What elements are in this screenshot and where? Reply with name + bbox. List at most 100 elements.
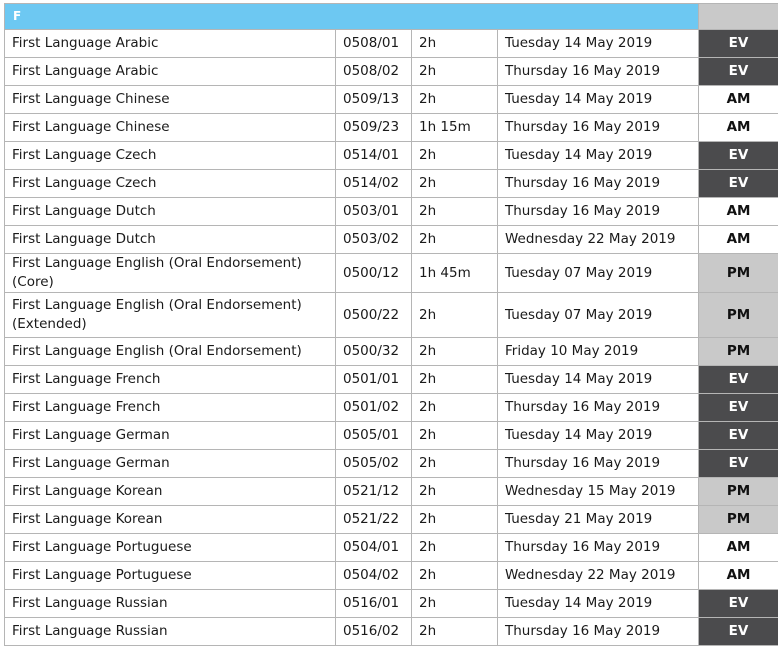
duration-cell: 2h: [412, 226, 498, 254]
exam-date-cell: Friday 10 May 2019: [498, 338, 699, 366]
session-badge: EV: [699, 422, 778, 450]
exam-date-cell: Tuesday 14 May 2019: [498, 86, 699, 114]
session-badge: PM: [699, 506, 778, 534]
component-code-cell: 0521/12: [336, 478, 412, 506]
duration-cell: 2h: [412, 170, 498, 198]
exam-date-cell: Wednesday 22 May 2019: [498, 562, 699, 590]
exam-date-cell: Tuesday 07 May 2019: [498, 293, 699, 338]
subject-cell: First Language Czech: [5, 142, 336, 170]
table-row: First Language English (Oral Endorsement…: [5, 254, 778, 293]
exam-date-cell: Tuesday 14 May 2019: [498, 366, 699, 394]
table-row: First Language Chinese0509/231h 15mThurs…: [5, 114, 778, 142]
subject-cell: First Language French: [5, 394, 336, 422]
component-code-cell: 0505/01: [336, 422, 412, 450]
component-code-cell: 0501/01: [336, 366, 412, 394]
component-code-cell: 0503/02: [336, 226, 412, 254]
table-row: First Language Chinese0509/132hTuesday 1…: [5, 86, 778, 114]
subject-cell: First Language English (Oral Endorsement…: [5, 254, 336, 293]
exam-date-cell: Thursday 16 May 2019: [498, 198, 699, 226]
session-badge: PM: [699, 478, 778, 506]
duration-cell: 1h 15m: [412, 114, 498, 142]
duration-cell: 2h: [412, 534, 498, 562]
session-badge: EV: [699, 58, 778, 86]
session-badge: EV: [699, 450, 778, 478]
session-badge: PM: [699, 254, 778, 293]
table-row: First Language Korean0521/222hTuesday 21…: [5, 506, 778, 534]
component-code-cell: 0504/01: [336, 534, 412, 562]
duration-cell: 1h 45m: [412, 254, 498, 293]
table-row: First Language Arabic0508/012hTuesday 14…: [5, 30, 778, 58]
component-code-cell: 0500/12: [336, 254, 412, 293]
component-code-cell: 0516/02: [336, 618, 412, 646]
session-badge: PM: [699, 293, 778, 338]
subject-cell: First Language Arabic: [5, 58, 336, 86]
duration-cell: 2h: [412, 366, 498, 394]
table-row: First Language Dutch0503/012hThursday 16…: [5, 198, 778, 226]
session-badge: PM: [699, 338, 778, 366]
session-badge: EV: [699, 366, 778, 394]
table-row: First Language French0501/022hThursday 1…: [5, 394, 778, 422]
subject-cell: First Language Portuguese: [5, 534, 336, 562]
exam-date-cell: Tuesday 14 May 2019: [498, 142, 699, 170]
table-row: First Language Russian0516/022hThursday …: [5, 618, 778, 646]
table-row: First Language Dutch0503/022hWednesday 2…: [5, 226, 778, 254]
component-code-cell: 0508/01: [336, 30, 412, 58]
component-code-cell: 0509/23: [336, 114, 412, 142]
component-code-cell: 0509/13: [336, 86, 412, 114]
session-badge: EV: [699, 170, 778, 198]
exam-date-cell: Tuesday 07 May 2019: [498, 254, 699, 293]
table-row: First Language German0505/012hTuesday 14…: [5, 422, 778, 450]
exam-date-cell: Wednesday 15 May 2019: [498, 478, 699, 506]
session-badge: EV: [699, 618, 778, 646]
subject-cell: First Language Korean: [5, 506, 336, 534]
component-code-cell: 0503/01: [336, 198, 412, 226]
duration-cell: 2h: [412, 506, 498, 534]
table-row: First Language English (Oral Endorsement…: [5, 338, 778, 366]
duration-cell: 2h: [412, 422, 498, 450]
subject-cell: First Language Portuguese: [5, 562, 336, 590]
component-code-cell: 0500/22: [336, 293, 412, 338]
component-code-cell: 0514/01: [336, 142, 412, 170]
duration-cell: 2h: [412, 394, 498, 422]
duration-cell: 2h: [412, 338, 498, 366]
subject-cell: First Language English (Oral Endorsement…: [5, 338, 336, 366]
component-code-cell: 0505/02: [336, 450, 412, 478]
duration-cell: 2h: [412, 478, 498, 506]
subject-cell: First Language Czech: [5, 170, 336, 198]
table-row: First Language French0501/012hTuesday 14…: [5, 366, 778, 394]
duration-cell: 2h: [412, 618, 498, 646]
subject-cell: First Language Dutch: [5, 226, 336, 254]
duration-cell: 2h: [412, 58, 498, 86]
session-badge: AM: [699, 114, 778, 142]
duration-cell: 2h: [412, 450, 498, 478]
subject-cell: First Language English (Oral Endorsement…: [5, 293, 336, 338]
subject-cell: First Language German: [5, 450, 336, 478]
exam-date-cell: Thursday 16 May 2019: [498, 170, 699, 198]
exam-date-cell: Thursday 16 May 2019: [498, 618, 699, 646]
exam-date-cell: Thursday 16 May 2019: [498, 534, 699, 562]
session-badge: EV: [699, 590, 778, 618]
subject-cell: First Language Arabic: [5, 30, 336, 58]
table-row: First Language Czech0514/022hThursday 16…: [5, 170, 778, 198]
component-code-cell: 0501/02: [336, 394, 412, 422]
session-badge: EV: [699, 30, 778, 58]
section-header-row: F: [5, 4, 778, 30]
component-code-cell: 0521/22: [336, 506, 412, 534]
subject-cell: First Language German: [5, 422, 336, 450]
table-row: First Language English (Oral Endorsement…: [5, 293, 778, 338]
subject-cell: First Language Chinese: [5, 114, 336, 142]
timetable-body: F First Language Arabic0508/012hTuesday …: [5, 4, 778, 646]
subject-cell: First Language Russian: [5, 618, 336, 646]
duration-cell: 2h: [412, 86, 498, 114]
exam-date-cell: Thursday 16 May 2019: [498, 450, 699, 478]
session-badge: AM: [699, 534, 778, 562]
table-row: First Language Portuguese0504/012hThursd…: [5, 534, 778, 562]
component-code-cell: 0500/32: [336, 338, 412, 366]
session-badge: AM: [699, 198, 778, 226]
session-badge: EV: [699, 142, 778, 170]
component-code-cell: 0514/02: [336, 170, 412, 198]
session-badge: EV: [699, 394, 778, 422]
component-code-cell: 0508/02: [336, 58, 412, 86]
table-row: First Language Arabic0508/022hThursday 1…: [5, 58, 778, 86]
component-code-cell: 0516/01: [336, 590, 412, 618]
